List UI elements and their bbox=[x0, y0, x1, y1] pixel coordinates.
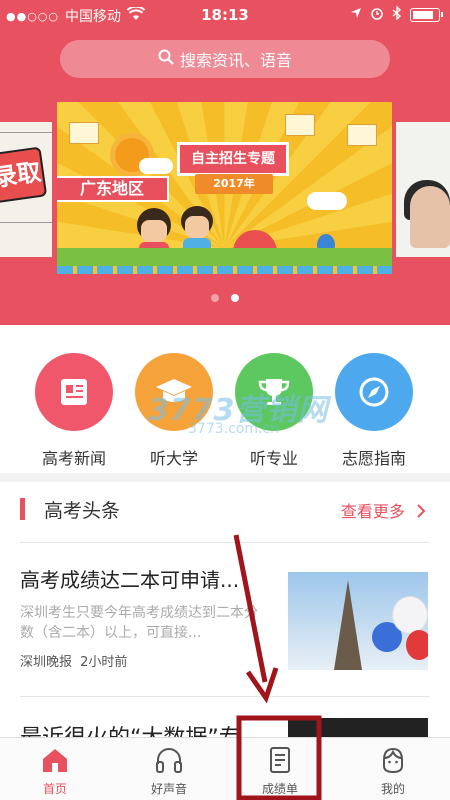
quick-nav-label: 志愿指南 bbox=[341, 449, 406, 468]
location-icon bbox=[350, 7, 362, 23]
article-thumbnail[interactable] bbox=[288, 572, 428, 670]
quick-nav-label: 听大学 bbox=[149, 449, 198, 468]
carousel-slide-previous[interactable]: 录取 bbox=[0, 122, 52, 257]
report-icon bbox=[235, 744, 325, 776]
eiffel-tower-image bbox=[334, 580, 362, 670]
pagination-dot-active[interactable] bbox=[231, 294, 239, 302]
section-accent-bar bbox=[20, 498, 25, 520]
article-meta: 深圳晚报 2小时前 bbox=[20, 651, 260, 670]
quick-nav-label: 高考新闻 bbox=[41, 449, 106, 468]
alarm-icon bbox=[370, 6, 384, 24]
battery-icon bbox=[410, 8, 443, 22]
tab-home[interactable]: 首页 bbox=[10, 744, 100, 797]
banner-title: 自主招生专题 bbox=[177, 142, 289, 176]
article-time: 2小时前 bbox=[80, 655, 128, 670]
view-more-link[interactable]: 查看更多 bbox=[341, 498, 426, 522]
portrait-image bbox=[410, 186, 450, 248]
article-title[interactable]: 最近很火的“大数据”专 bbox=[20, 720, 241, 737]
carousel-slide-next[interactable] bbox=[396, 122, 450, 257]
news-header: 高考头条 查看更多 bbox=[0, 482, 450, 537]
divider bbox=[20, 696, 430, 697]
compass-icon bbox=[335, 353, 413, 431]
quick-nav-label: 听专业 bbox=[249, 449, 298, 468]
quick-nav-guide[interactable]: 志愿指南 bbox=[324, 353, 424, 469]
divider bbox=[20, 542, 430, 543]
bluetooth-icon bbox=[392, 5, 402, 24]
carousel-banner[interactable]: 自主招生专题 2017年 广东地区 bbox=[57, 102, 392, 274]
article-thumbnail[interactable] bbox=[288, 718, 428, 737]
carousel-pagination[interactable] bbox=[0, 294, 450, 302]
article-title: 高考成绩达二本可申请... bbox=[20, 568, 240, 592]
search-bar[interactable]: 搜索资讯、语音 bbox=[60, 40, 390, 78]
banner-year: 2017年 bbox=[195, 174, 273, 194]
newspaper-icon bbox=[35, 353, 113, 431]
pagination-dot[interactable] bbox=[211, 294, 219, 302]
chevron-right-icon bbox=[410, 502, 426, 521]
tab-bar: 首页 好声音 成绩单 我的 bbox=[0, 737, 450, 800]
watermark-url: 3773.com.cn bbox=[188, 421, 279, 437]
home-icon bbox=[10, 744, 100, 776]
article-source: 深圳晚报 bbox=[20, 655, 73, 670]
profile-icon bbox=[348, 744, 438, 776]
status-bar: ●●○○○ 中国移动 18:13 bbox=[0, 0, 450, 30]
tab-report-card[interactable]: 成绩单 bbox=[235, 744, 325, 797]
news-section: 高考头条 查看更多 高考成绩达二本可申请... 深圳考生只要今年高考成绩达到二本… bbox=[0, 482, 450, 737]
headphones-icon bbox=[124, 744, 214, 776]
article-summary: 深圳考生只要今年高考成绩达到二本分数（含二本）以上，可直接... bbox=[20, 605, 258, 641]
tab-good-voice[interactable]: 好声音 bbox=[124, 744, 214, 797]
section-title: 高考头条 bbox=[44, 500, 121, 522]
quick-nav-news[interactable]: 高考新闻 bbox=[24, 353, 124, 469]
news-article[interactable]: 高考成绩达二本可申请... 深圳考生只要今年高考成绩达到二本分数（含二本）以上，… bbox=[20, 564, 260, 670]
search-placeholder: 搜索资讯、语音 bbox=[179, 51, 292, 70]
search-icon bbox=[158, 49, 174, 69]
slide-tag: 录取 bbox=[0, 146, 48, 204]
quick-nav: 高考新闻 听大学 听专业 志愿指南 3773营销网 3773.com.cn bbox=[0, 325, 450, 473]
banner-region: 广东地区 bbox=[57, 176, 169, 202]
tab-profile[interactable]: 我的 bbox=[348, 744, 438, 797]
